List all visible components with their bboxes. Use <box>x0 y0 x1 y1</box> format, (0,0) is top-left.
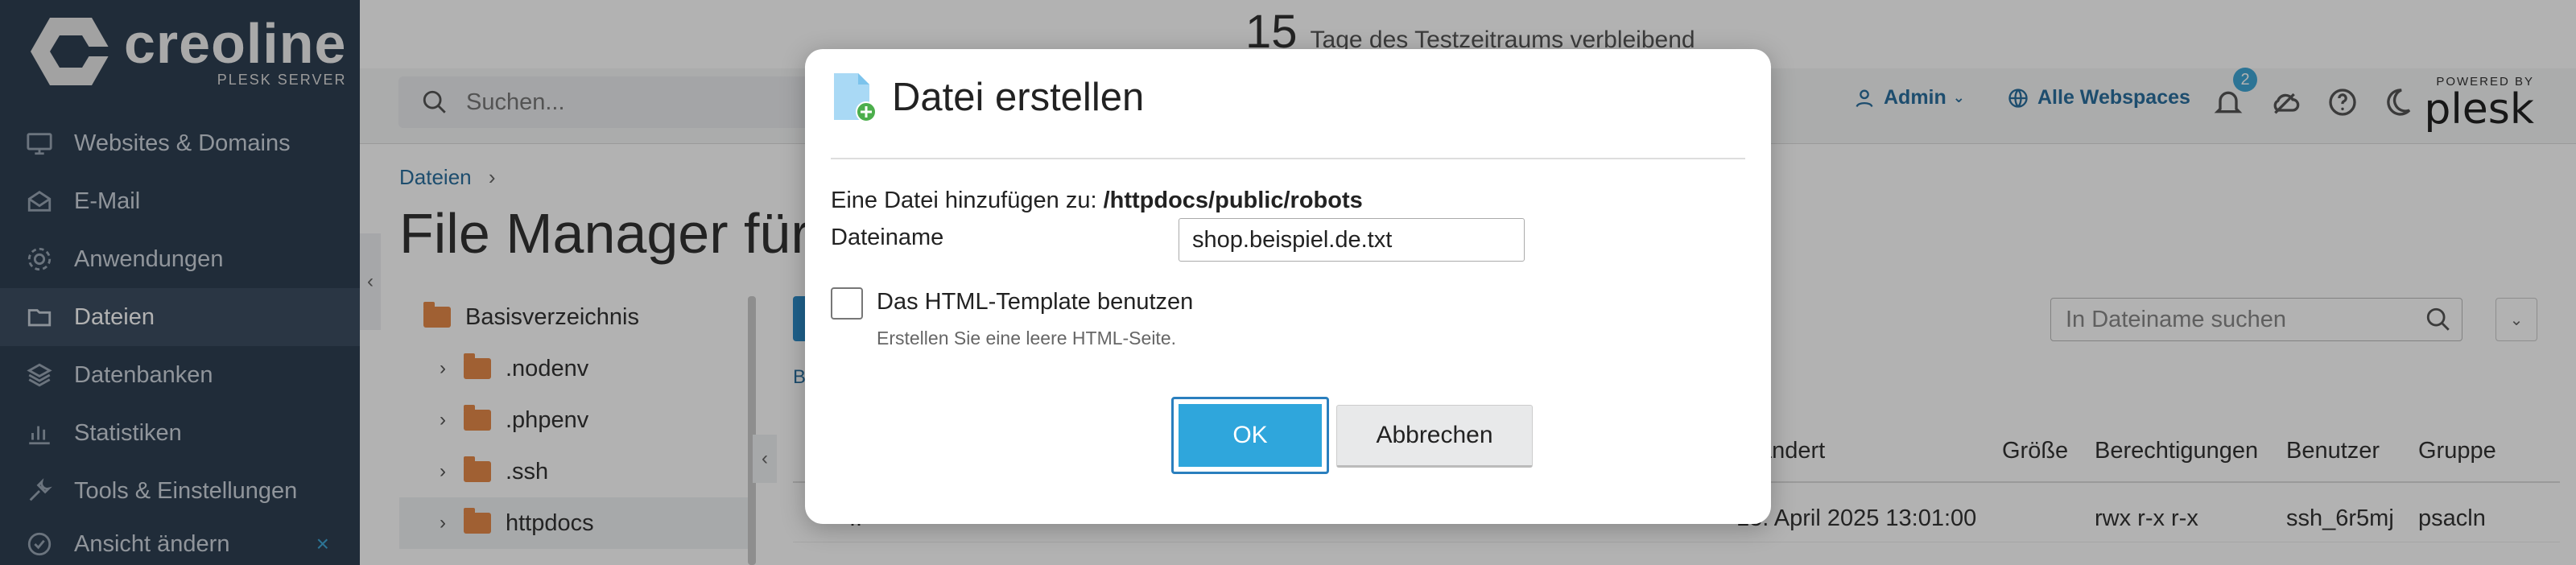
target-directory-text: Eine Datei hinzufügen zu: /httpdocs/publ… <box>831 188 1363 214</box>
ok-button-label: OK <box>1179 404 1322 467</box>
divider <box>831 158 1745 159</box>
html-template-checkbox[interactable] <box>831 287 863 320</box>
html-template-hint: Erstellen Sie eine leere HTML-Seite. <box>877 328 1176 348</box>
ok-button[interactable]: OK <box>1171 397 1329 474</box>
create-file-dialog: Datei erstellen Eine Datei hinzufügen zu… <box>805 49 1771 524</box>
dialog-title: Datei erstellen <box>892 76 1145 119</box>
filename-input[interactable] <box>1179 218 1525 262</box>
new-file-icon <box>834 73 877 122</box>
html-template-label[interactable]: Das HTML-Template benutzen <box>877 289 1193 315</box>
cancel-button[interactable]: Abbrechen <box>1336 405 1533 468</box>
target-prefix: Eine Datei hinzufügen zu: <box>831 188 1097 213</box>
target-path: /httpdocs/public/robots <box>1103 188 1363 213</box>
filename-label: Dateiname <box>831 225 944 250</box>
